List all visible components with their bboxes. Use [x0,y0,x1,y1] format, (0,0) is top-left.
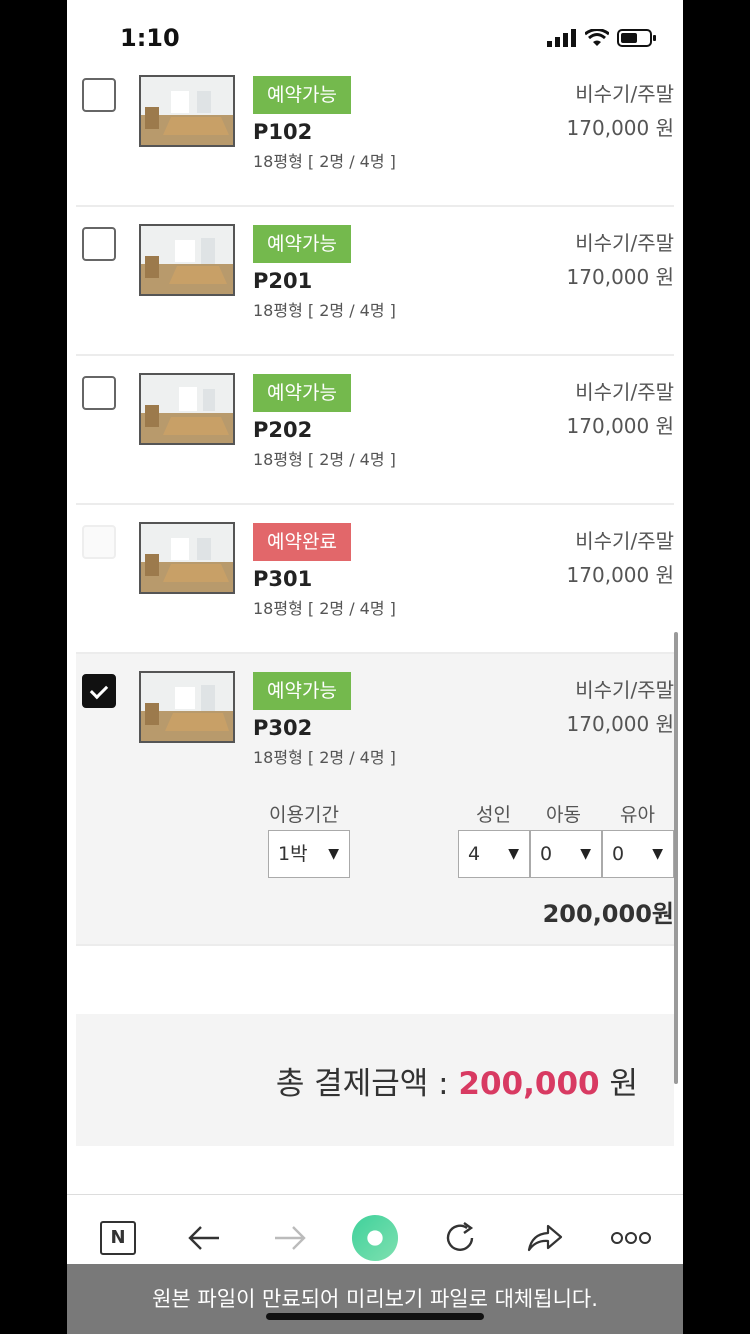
room-row: 예약가능 P202 18평형 [ 2명 / 4명 ] 비수기/주말 170,00… [76,356,674,505]
room-row: 예약가능 P201 18평형 [ 2명 / 4명 ] 비수기/주말 170,00… [76,207,674,356]
dropdown-arrow-icon: ▼ [328,846,339,862]
room-spec: 18평형 [ 2명 / 4명 ] [253,301,396,320]
total-payment: 총 결제금액 : 200,000 원 [276,1058,638,1103]
room-spec: 18평형 [ 2명 / 4명 ] [253,748,396,767]
battery-icon [617,29,656,47]
room-price: 170,000 원 [566,265,674,289]
room-list: 예약가능 P102 18평형 [ 2명 / 4명 ] 비수기/주말 170,00… [67,58,683,946]
room-spec: 18평형 [ 2명 / 4명 ] [253,450,396,469]
adult-label: 성인 [476,804,511,826]
home-indicator [266,1313,484,1320]
more-icon [611,1232,651,1244]
reload-button[interactable] [436,1215,484,1261]
room-season: 비수기/주말 [575,231,674,255]
back-button[interactable] [180,1215,228,1261]
room-price: 170,000 원 [566,563,674,587]
home-circle-icon [351,1214,399,1262]
total-payment-box: 총 결제금액 : 200,000 원 [76,1014,674,1146]
infant-select[interactable]: 0 ▼ [602,830,674,878]
total-label: 총 결제금액 : [275,1066,459,1102]
room-spec: 18평형 [ 2명 / 4명 ] [253,152,396,171]
dropdown-arrow-icon: ▼ [580,846,591,862]
room-season: 비수기/주말 [575,678,674,702]
status-badge: 예약가능 [253,76,351,114]
room-price: 170,000 원 [566,116,674,140]
dropdown-arrow-icon: ▼ [508,846,519,862]
wifi-icon [585,29,609,46]
home-button[interactable] [351,1214,399,1262]
child-select[interactable]: 0 ▼ [530,830,602,878]
room-price: 170,000 원 [566,414,674,438]
status-time: 1:10 [120,24,180,52]
dropdown-arrow-icon: ▼ [652,846,663,862]
room-thumbnail [139,671,235,743]
share-icon [527,1224,563,1252]
room-row: 예약완료 P301 18평형 [ 2명 / 4명 ] 비수기/주말 170,00… [76,505,674,654]
room-thumbnail [139,224,235,296]
status-badge: 예약가능 [253,225,351,263]
share-button[interactable] [521,1215,569,1261]
period-label: 이용기간 [269,804,339,826]
room-subtotal: 200,000원 [542,900,674,928]
status-badge: 예약완료 [253,523,351,561]
infant-label: 유아 [620,804,655,826]
scrollbar[interactable] [674,632,678,1084]
room-price: 170,000 원 [566,712,674,736]
room-checkbox-checked[interactable] [82,674,116,708]
status-icons [547,28,657,48]
status-badge: 예약가능 [253,374,351,412]
adult-select[interactable]: 4 ▼ [458,830,530,878]
total-amount: 200,000 [458,1066,600,1102]
room-name: P102 [253,120,313,144]
signal-icon [547,29,576,47]
forward-icon [275,1226,306,1250]
room-season: 비수기/주말 [575,82,674,106]
child-value: 0 [540,843,553,865]
adult-value: 4 [468,843,481,865]
room-checkbox[interactable] [82,78,116,112]
naver-icon: N [100,1221,136,1255]
room-spec: 18평형 [ 2명 / 4명 ] [253,599,396,618]
forward-button[interactable] [266,1215,314,1261]
period-value: 1박 [278,843,308,865]
room-row: 예약가능 P102 18평형 [ 2명 / 4명 ] 비수기/주말 170,00… [76,58,674,207]
period-select[interactable]: 1박 ▼ [268,830,350,878]
reload-icon [446,1222,474,1251]
room-thumbnail [139,522,235,594]
total-unit: 원 [599,1066,638,1102]
mobile-screen: 1:10 예약가능 P102 18평형 [2명 / 4명] 비수기/주말 1… [67,0,683,1334]
child-label: 아동 [546,804,581,826]
room-season: 비수기/주말 [575,380,674,404]
room-checkbox-disabled [82,525,116,559]
status-badge: 예약가능 [253,672,351,710]
back-icon [188,1226,219,1250]
room-checkbox[interactable] [82,227,116,261]
room-thumbnail [139,75,235,147]
room-name: P302 [253,716,313,740]
infant-value: 0 [612,843,625,865]
room-row-selected: 예약가능 P302 18평형 [ 2명 / 4명 ] 비수기/주말 170,00… [76,654,674,946]
toast-message: 원본 파일이 만료되어 미리보기 파일로 대체됩니다. [67,1264,683,1334]
naver-button[interactable]: N [94,1215,142,1261]
more-button[interactable] [607,1215,655,1261]
room-season: 비수기/주말 [575,529,674,553]
room-name: P301 [253,567,313,591]
room-name: P202 [253,418,313,442]
room-thumbnail [139,373,235,445]
room-name: P201 [253,269,313,293]
room-checkbox[interactable] [82,376,116,410]
